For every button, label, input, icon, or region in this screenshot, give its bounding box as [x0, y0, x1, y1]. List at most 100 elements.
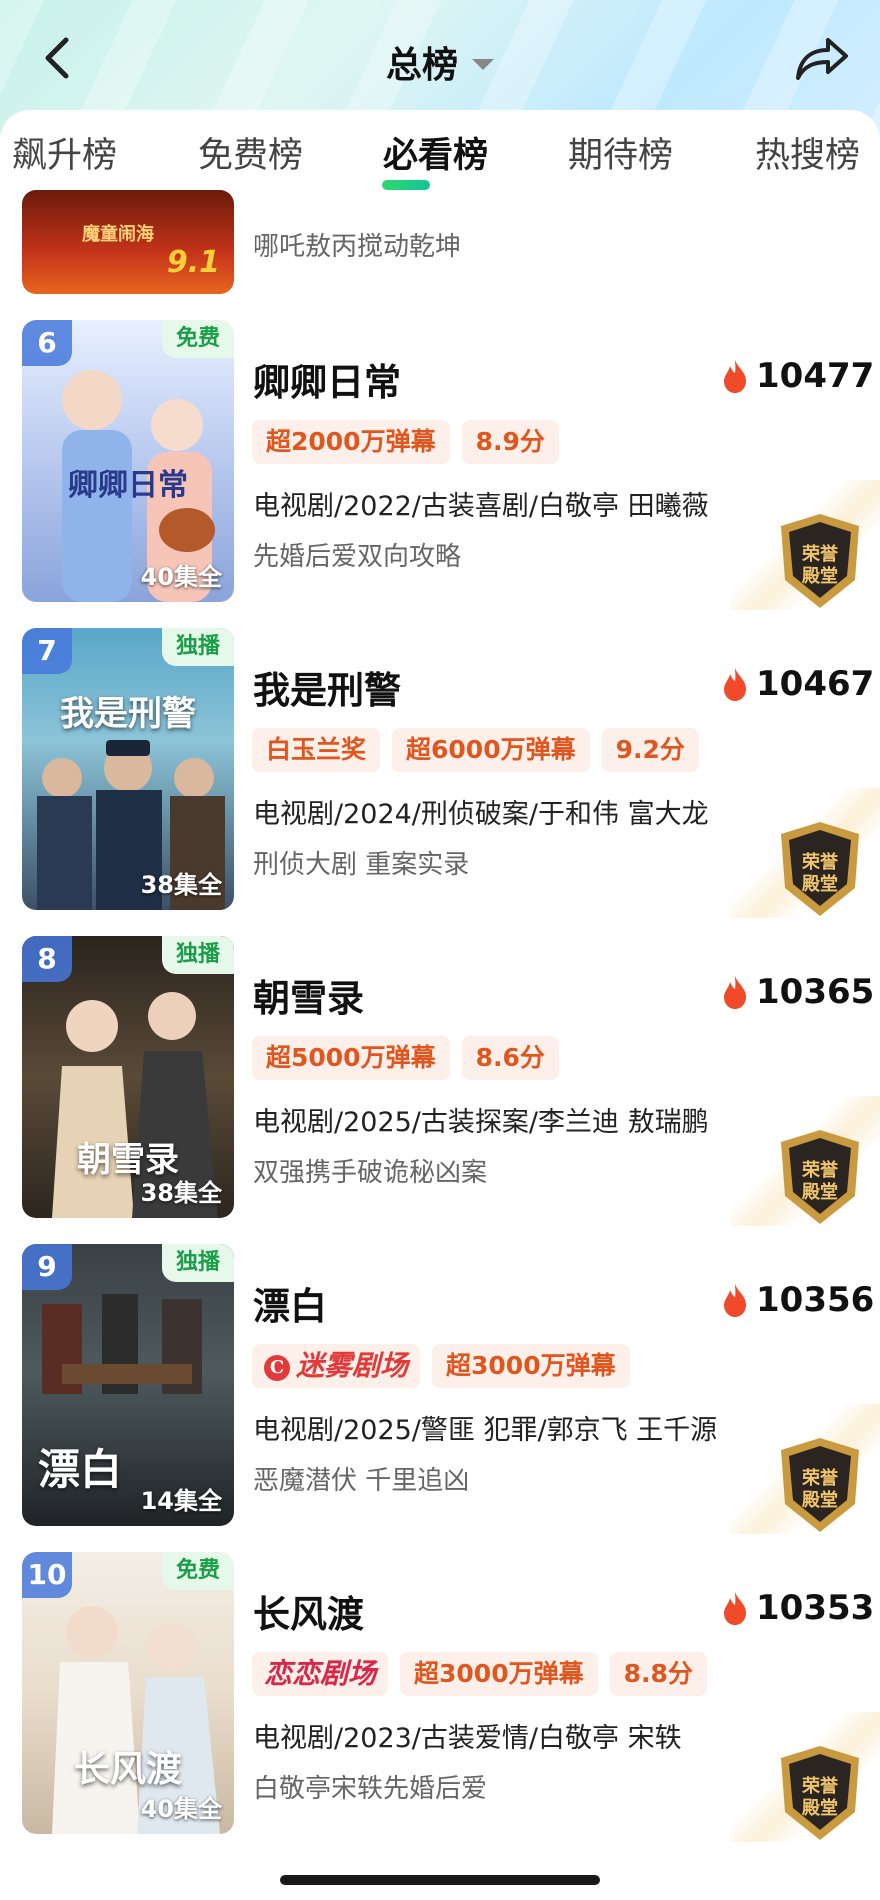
list-item[interactable]: 朝雪录 8 独播 38集全 朝雪录 10365 超5000万弹幕 8.6分 电视剧… — [0, 936, 880, 1226]
show-title: 我是刑警 — [253, 669, 401, 712]
show-info: 电视剧/2025/古装探案/李兰迪 敖瑞鹏 — [253, 1107, 709, 1138]
flame-icon — [724, 360, 746, 393]
theater-logo: 恋恋剧场 — [252, 1652, 389, 1696]
rank-badge: 7 — [22, 628, 72, 674]
danmaku-badge: 超6000万弹幕 — [392, 728, 590, 772]
svg-text:荣誉: 荣誉 — [801, 543, 839, 565]
episode-count: 40集全 — [140, 1795, 222, 1823]
exclusive-tag: 独播 — [161, 1244, 234, 1282]
active-tab-indicator — [382, 180, 430, 190]
show-desc: 恶魔潜伏 千里追凶 — [253, 1466, 470, 1496]
poster-image: 卿卿日常 6 免费 40集全 — [22, 320, 234, 602]
ranking-selector[interactable]: 总榜 — [0, 36, 880, 88]
share-arrow-icon[interactable] — [790, 28, 852, 90]
home-indicator[interactable] — [280, 1875, 600, 1885]
danmaku-badge: 超3000万弹幕 — [400, 1652, 598, 1696]
heat-value: 10365 — [756, 972, 875, 1012]
score-badge: 8.6分 — [461, 1036, 559, 1080]
theater-name: 恋恋剧场 — [264, 1657, 377, 1690]
poster-image: 魔童闹海 9.1 — [22, 190, 234, 294]
poster-title: 卿卿日常 — [68, 468, 188, 503]
badge-row: 超5000万弹幕 8.6分 — [252, 1036, 571, 1080]
episode-count: 38集全 — [140, 871, 222, 899]
svg-text:荣誉: 荣誉 — [801, 1159, 839, 1181]
honor-hall-badge-icon: 荣誉 殿堂 — [781, 1438, 859, 1532]
list-item[interactable]: 我是刑警 7 独播 38集全 我是刑警 10467 白玉兰奖 超6000万弹幕 9.… — [0, 628, 880, 918]
tab-must-watch[interactable]: 必看榜 — [383, 128, 488, 184]
score-badge: 8.8分 — [609, 1652, 707, 1696]
exclusive-tag: 独播 — [161, 936, 234, 974]
rank-badge: 9 — [22, 1244, 72, 1290]
flame-icon — [724, 1592, 746, 1625]
theater-name: 迷雾剧场 — [296, 1349, 409, 1382]
top-bar: 总榜 — [0, 0, 880, 116]
honor-hall-badge-icon: 荣誉 殿堂 — [781, 1130, 859, 1224]
tab-hot-search[interactable]: 热搜榜 — [755, 128, 860, 184]
flame-icon — [724, 668, 746, 701]
heat-value: 10353 — [756, 1588, 875, 1628]
badge-row: 超2000万弹幕 8.9分 — [252, 420, 571, 464]
flame-icon — [724, 1284, 746, 1317]
rank-badge: 10 — [22, 1552, 72, 1598]
list-item[interactable]: 长风渡 10 免费 40集全 长风渡 10353 恋恋剧场 超3000万弹幕 8.8… — [0, 1552, 880, 1842]
free-tag: 免费 — [161, 320, 234, 358]
svg-text:荣誉: 荣誉 — [801, 851, 839, 873]
svg-text:殿堂: 殿堂 — [801, 565, 838, 587]
poster-image: 我是刑警 7 独播 38集全 — [22, 628, 234, 910]
svg-text:荣誉: 荣誉 — [801, 1775, 839, 1797]
episode-count: 38集全 — [140, 1179, 222, 1207]
show-title: 朝雪录 — [253, 977, 364, 1020]
show-title: 长风渡 — [253, 1593, 364, 1636]
heat-value: 10356 — [756, 1280, 875, 1320]
list-item[interactable]: 卿卿日常 6 免费 40集全 卿卿日常 10477 超2000万弹幕 8.9分 电… — [0, 320, 880, 610]
tab-rising[interactable]: 飙升榜 — [12, 128, 117, 184]
mist-theater-icon: C — [264, 1354, 290, 1381]
theater-logo: C 迷雾剧场 — [252, 1344, 421, 1388]
show-info: 电视剧/2025/警匪 犯罪/郭京飞 王千源 — [253, 1415, 718, 1446]
episode-count: 14集全 — [140, 1487, 222, 1515]
svg-text:殿堂: 殿堂 — [801, 1797, 838, 1819]
badge-row: C 迷雾剧场 超3000万弹幕 — [252, 1344, 642, 1388]
show-info: 电视剧/2024/刑侦破案/于和伟 富大龙 — [253, 799, 709, 830]
poster-image: 长风渡 10 免费 40集全 — [22, 1552, 234, 1834]
list-item-partial[interactable]: 魔童闹海 9.1 哪吒敖丙搅动乾坤 — [0, 190, 880, 300]
score-badge: 8.9分 — [461, 420, 559, 464]
poster-score: 9.1 — [166, 245, 220, 280]
heat-value: 10467 — [756, 664, 875, 704]
rank-badge: 6 — [22, 320, 72, 366]
danmaku-badge: 超2000万弹幕 — [252, 420, 450, 464]
poster-title: 长风渡 — [73, 1748, 182, 1790]
episode-count: 40集全 — [140, 563, 222, 591]
tab-free[interactable]: 免费榜 — [198, 128, 303, 184]
page-title: 总榜 — [385, 45, 458, 86]
poster-text: 魔童闹海 — [82, 224, 154, 245]
show-title: 卿卿日常 — [253, 361, 401, 404]
show-info: 电视剧/2022/古装喜剧/白敬亭 田曦薇 — [253, 491, 709, 522]
show-desc: 刑侦大剧 重案实录 — [253, 850, 470, 880]
score-badge: 9.2分 — [601, 728, 699, 772]
show-info: 电视剧/2023/古装爱情/白敬亭 宋轶 — [253, 1723, 682, 1754]
danmaku-badge: 超5000万弹幕 — [252, 1036, 450, 1080]
free-tag: 免费 — [161, 1552, 234, 1590]
svg-text:殿堂: 殿堂 — [801, 873, 838, 895]
badge-row: 恋恋剧场 超3000万弹幕 8.8分 — [252, 1652, 719, 1696]
item-desc: 哪吒敖丙搅动乾坤 — [253, 232, 462, 262]
poster-image: 朝雪录 8 独播 38集全 — [22, 936, 234, 1218]
caret-down-icon — [472, 58, 494, 70]
flame-icon — [724, 976, 746, 1009]
svg-text:殿堂: 殿堂 — [801, 1181, 838, 1203]
danmaku-badge: 超3000万弹幕 — [432, 1344, 630, 1388]
tab-anticipated[interactable]: 期待榜 — [568, 128, 673, 184]
show-desc: 先婚后爱双向攻略 — [253, 542, 462, 572]
svg-text:荣誉: 荣誉 — [801, 1467, 839, 1489]
svg-text:殿堂: 殿堂 — [801, 1489, 838, 1511]
award-badge: 白玉兰奖 — [252, 728, 381, 772]
list-item[interactable]: 漂白 9 独播 14集全 漂白 10356 C 迷雾剧场 超3000万弹幕 电视剧/… — [0, 1244, 880, 1534]
honor-hall-badge-icon: 荣誉 殿堂 — [781, 822, 859, 916]
show-title: 漂白 — [253, 1285, 327, 1328]
honor-hall-badge-icon: 荣誉 殿堂 — [781, 514, 859, 608]
show-desc: 白敬亭宋轶先婚后爱 — [253, 1774, 488, 1804]
honor-hall-badge-icon: 荣誉 殿堂 — [781, 1746, 859, 1840]
poster-image: 漂白 9 独播 14集全 — [22, 1244, 234, 1526]
badge-row: 白玉兰奖 超6000万弹幕 9.2分 — [252, 728, 711, 772]
